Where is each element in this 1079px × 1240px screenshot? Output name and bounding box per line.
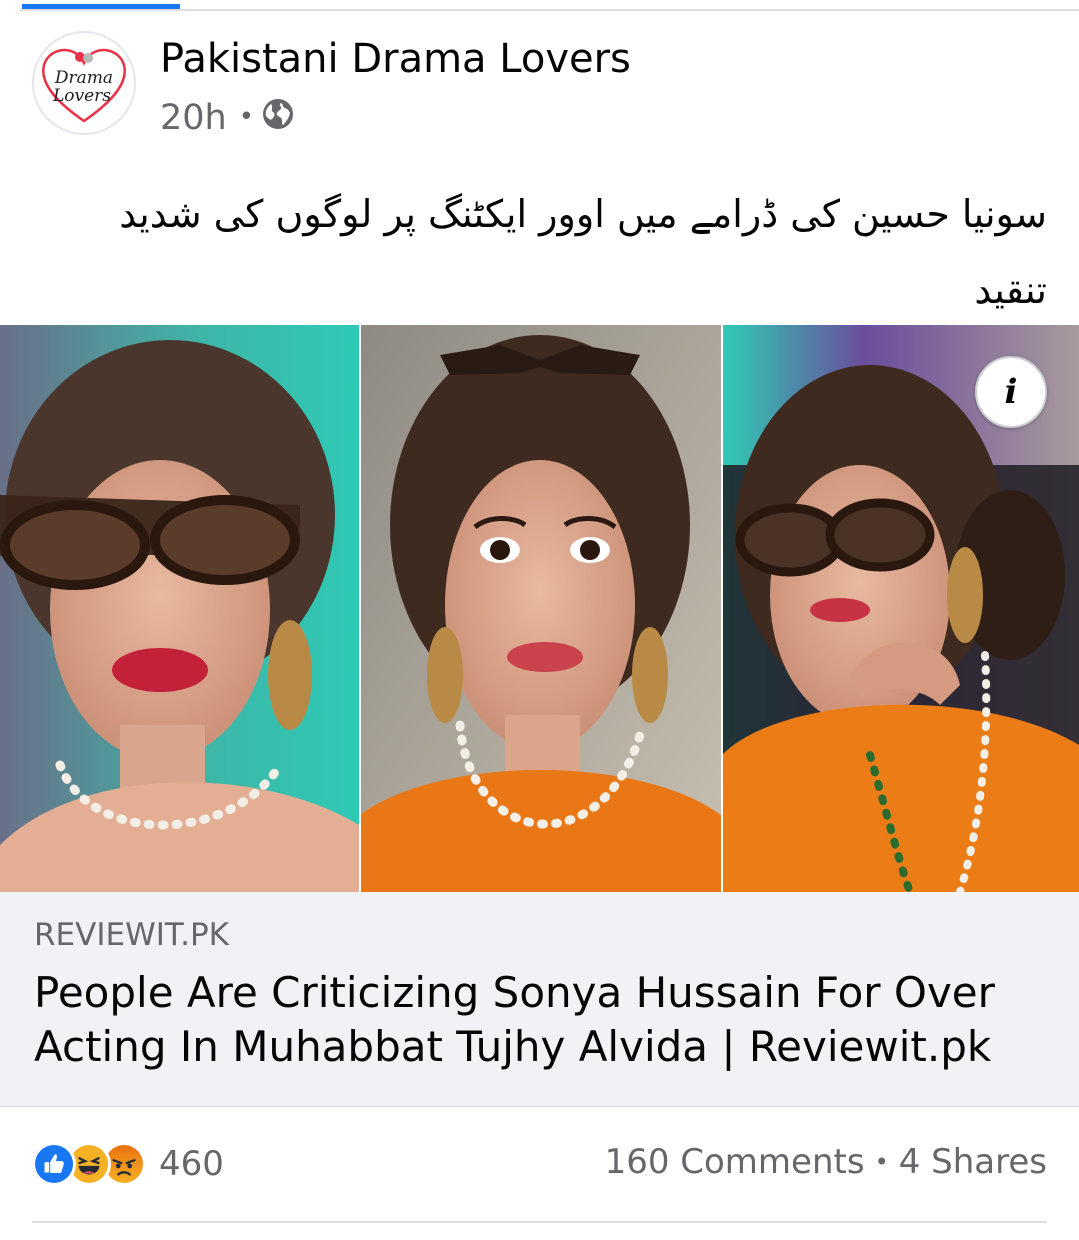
globe-icon <box>262 98 294 139</box>
link-caption[interactable]: REVIEWIT.PK People Are Criticizing Sonya… <box>0 892 1079 1107</box>
top-divider <box>20 9 1079 11</box>
comment-share-counts: 160 Comments • 4 Shares <box>605 1142 1047 1182</box>
meta-separator: • <box>238 102 255 132</box>
bottom-divider <box>32 1221 1047 1223</box>
avatar-logo-line2: Lovers <box>52 86 111 106</box>
collage-photo <box>0 325 1079 892</box>
link-domain: REVIEWIT.PK <box>34 917 229 953</box>
counts-separator: • <box>874 1148 889 1176</box>
link-title[interactable]: People Are Criticizing Sonya Hussain For… <box>34 966 1034 1074</box>
avatar-logo-line1: Drama <box>54 68 113 88</box>
page-name[interactable]: Pakistani Drama Lovers <box>160 36 631 82</box>
like-icon <box>32 1142 76 1186</box>
engagement-bar: 460 160 Comments • 4 Shares <box>32 1140 1047 1192</box>
post-text: سونیا حسین کی ڈرامے میں اوور ایکٹنگ پر ل… <box>119 192 1047 312</box>
reactions-summary[interactable]: 460 <box>32 1142 224 1186</box>
reaction-count: 460 <box>159 1144 224 1184</box>
active-tab-underline <box>22 4 180 9</box>
page-avatar[interactable]: Drama Lovers <box>32 31 136 135</box>
link-preview-image[interactable] <box>0 325 1079 892</box>
shares-count[interactable]: 4 Shares <box>899 1142 1047 1182</box>
post-meta: 20h • <box>160 96 294 140</box>
drama-lovers-logo-icon: Drama Lovers <box>42 48 126 123</box>
top-tab-indicator <box>0 0 1079 12</box>
info-icon[interactable]: i <box>975 356 1047 428</box>
comments-count[interactable]: 160 Comments <box>605 1142 865 1182</box>
info-icon-label: i <box>1004 372 1018 412</box>
post-time[interactable]: 20h <box>160 98 227 138</box>
